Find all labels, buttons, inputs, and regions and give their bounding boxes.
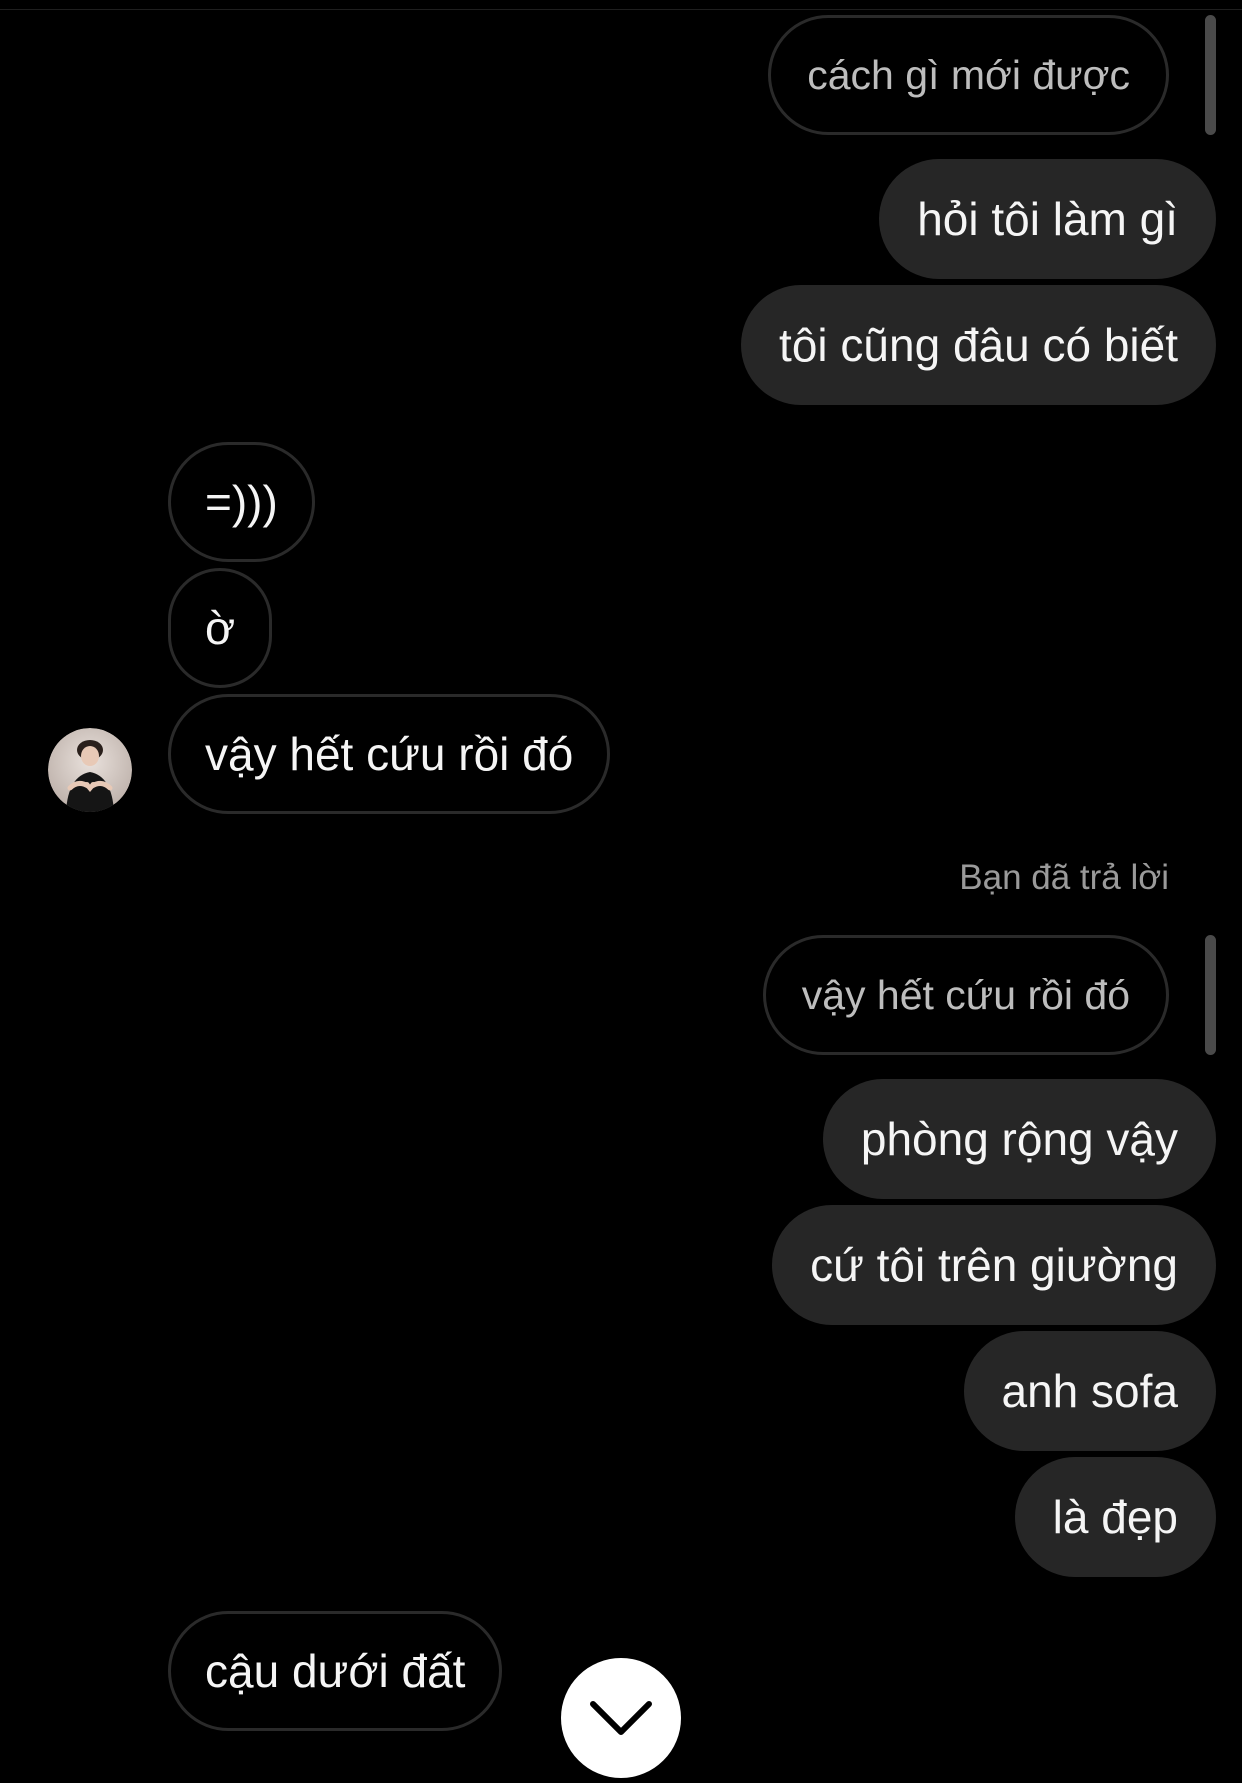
reply-caption: Bạn đã trả lời: [959, 858, 1169, 897]
chevron-down-icon: [590, 1701, 652, 1735]
outgoing-message[interactable]: phòng rộng vậy: [822, 1079, 1216, 1199]
reply-quote-bubble[interactable]: vậy hết cứu rồi đó: [762, 935, 1169, 1055]
scroll-to-bottom-button[interactable]: [561, 1658, 681, 1778]
reply-indicator-bar: [1205, 15, 1216, 135]
profile-photo-icon: [48, 728, 132, 812]
outgoing-message[interactable]: anh sofa: [963, 1331, 1216, 1451]
outgoing-message[interactable]: hỏi tôi làm gì: [879, 159, 1216, 279]
outgoing-message[interactable]: tôi cũng đâu có biết: [741, 285, 1216, 405]
outgoing-message[interactable]: cứ tôi trên giường: [772, 1205, 1216, 1325]
sender-avatar[interactable]: [48, 728, 132, 812]
incoming-message[interactable]: ờ: [168, 568, 273, 688]
incoming-message[interactable]: vậy hết cứu rồi đó: [168, 694, 611, 814]
reply-quote-bubble[interactable]: cách gì mới được: [768, 15, 1169, 135]
outgoing-message[interactable]: là đẹp: [1014, 1457, 1216, 1577]
incoming-message[interactable]: cậu dưới đất: [168, 1611, 503, 1731]
reply-indicator-bar: [1205, 935, 1216, 1055]
top-divider: [0, 0, 1242, 10]
incoming-message[interactable]: =))): [168, 442, 315, 562]
